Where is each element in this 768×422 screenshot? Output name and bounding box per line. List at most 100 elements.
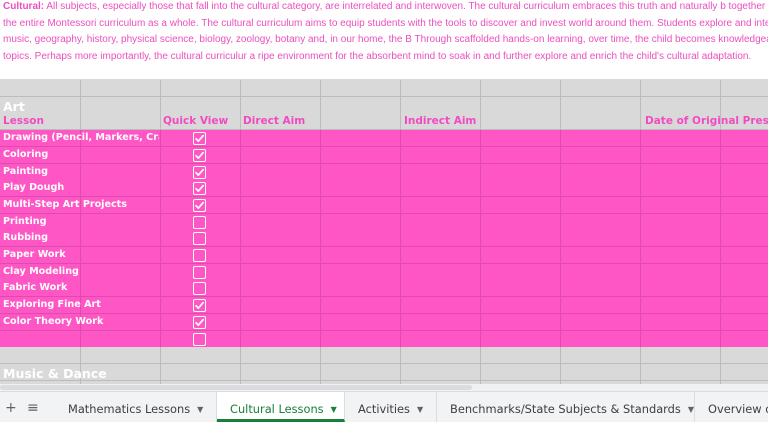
checkbox-unchecked[interactable] xyxy=(193,265,206,279)
cell[interactable] xyxy=(641,146,721,164)
chevron-down-icon[interactable]: ▼ xyxy=(417,405,423,414)
checkbox-checked[interactable] xyxy=(193,165,206,179)
cell[interactable] xyxy=(321,347,401,365)
cell[interactable] xyxy=(641,130,721,148)
cell[interactable] xyxy=(561,297,641,315)
cell[interactable] xyxy=(561,213,641,231)
cell[interactable] xyxy=(561,230,641,248)
checkbox-unchecked[interactable] xyxy=(193,249,206,262)
cell[interactable] xyxy=(481,80,561,97)
cell[interactable] xyxy=(81,96,161,114)
cell[interactable] xyxy=(721,147,768,164)
cell[interactable] xyxy=(401,247,481,264)
cell[interactable] xyxy=(561,363,641,381)
cell[interactable] xyxy=(481,130,561,148)
cell[interactable] xyxy=(721,247,768,264)
cell[interactable] xyxy=(401,96,481,114)
cell[interactable] xyxy=(0,347,81,365)
checkbox-unchecked[interactable] xyxy=(193,332,206,346)
cell[interactable] xyxy=(641,363,721,381)
cell[interactable] xyxy=(721,130,768,148)
sheet-tab[interactable]: Mathematics Lessons ▼ xyxy=(55,392,217,422)
cell[interactable] xyxy=(641,330,721,348)
cell[interactable] xyxy=(241,347,321,365)
cell[interactable] xyxy=(721,214,768,231)
sheet-tab[interactable]: Activities ▼ xyxy=(345,392,437,422)
cell[interactable] xyxy=(561,247,641,264)
cell[interactable] xyxy=(241,96,321,114)
cell[interactable] xyxy=(401,313,481,331)
cell[interactable] xyxy=(241,230,321,248)
cell[interactable] xyxy=(721,230,768,248)
checkbox-unchecked[interactable] xyxy=(193,282,206,296)
chevron-down-icon[interactable]: ▼ xyxy=(331,405,337,414)
cell[interactable] xyxy=(641,230,721,248)
cell[interactable] xyxy=(481,313,561,331)
cell[interactable] xyxy=(241,196,321,214)
cell[interactable] xyxy=(561,146,641,164)
checkbox-checked[interactable] xyxy=(193,182,206,196)
cell[interactable] xyxy=(241,330,321,348)
cell[interactable] xyxy=(481,280,561,298)
cell[interactable] xyxy=(401,230,481,248)
cell[interactable] xyxy=(321,113,401,131)
cell[interactable] xyxy=(641,196,721,214)
sheet-tab[interactable]: Benchmarks/State Subjects & Standards ▼ xyxy=(437,392,695,422)
cell[interactable] xyxy=(321,363,401,381)
cell[interactable] xyxy=(321,196,401,214)
cell[interactable] xyxy=(241,213,321,231)
cell[interactable] xyxy=(81,113,161,131)
cell[interactable] xyxy=(401,130,481,148)
cell[interactable] xyxy=(561,263,641,281)
cell[interactable] xyxy=(481,96,561,114)
cell[interactable] xyxy=(241,263,321,281)
cell[interactable] xyxy=(481,247,561,264)
cell[interactable] xyxy=(561,80,641,97)
cell[interactable] xyxy=(721,331,768,348)
cell[interactable] xyxy=(401,146,481,164)
cell[interactable] xyxy=(561,347,641,365)
checkbox-checked[interactable] xyxy=(193,148,206,162)
cell[interactable] xyxy=(641,180,721,198)
cell[interactable] xyxy=(401,196,481,214)
cell[interactable] xyxy=(561,196,641,214)
cell[interactable] xyxy=(641,96,721,114)
sheet-tab[interactable]: Overview o xyxy=(695,392,768,422)
cell[interactable] xyxy=(481,363,561,381)
cell[interactable] xyxy=(721,347,768,365)
cell[interactable] xyxy=(641,247,721,264)
cell[interactable] xyxy=(721,280,768,298)
cell[interactable] xyxy=(481,213,561,231)
cell[interactable] xyxy=(321,213,401,231)
cell[interactable] xyxy=(561,330,641,348)
cell[interactable] xyxy=(401,163,481,181)
cell[interactable] xyxy=(481,113,561,131)
cell[interactable] xyxy=(321,280,401,298)
cell[interactable] xyxy=(401,213,481,231)
cell[interactable] xyxy=(721,314,768,331)
cell[interactable] xyxy=(241,313,321,331)
cell[interactable] xyxy=(641,347,721,365)
checkbox-checked[interactable] xyxy=(193,198,206,212)
cell[interactable] xyxy=(241,80,321,97)
chevron-down-icon[interactable]: ▼ xyxy=(688,405,694,414)
cell[interactable] xyxy=(641,280,721,298)
cell[interactable] xyxy=(321,330,401,348)
cell[interactable] xyxy=(321,247,401,264)
cell[interactable] xyxy=(241,163,321,181)
cell[interactable] xyxy=(161,347,241,365)
spreadsheet-grid[interactable]: Art Lesson Quick View Direct Aim Indirect Ai… xyxy=(0,80,768,386)
cell[interactable] xyxy=(401,263,481,281)
cell[interactable] xyxy=(561,113,641,131)
cell[interactable] xyxy=(721,297,768,315)
checkbox-unchecked[interactable] xyxy=(193,215,206,229)
cell[interactable] xyxy=(321,146,401,164)
cell[interactable] xyxy=(241,363,321,381)
cell[interactable] xyxy=(321,297,401,315)
cell[interactable] xyxy=(401,347,481,365)
cell[interactable] xyxy=(321,313,401,331)
cell[interactable] xyxy=(321,80,401,97)
cell[interactable] xyxy=(0,330,81,348)
chevron-down-icon[interactable]: ▼ xyxy=(197,405,203,414)
cell[interactable] xyxy=(321,130,401,148)
